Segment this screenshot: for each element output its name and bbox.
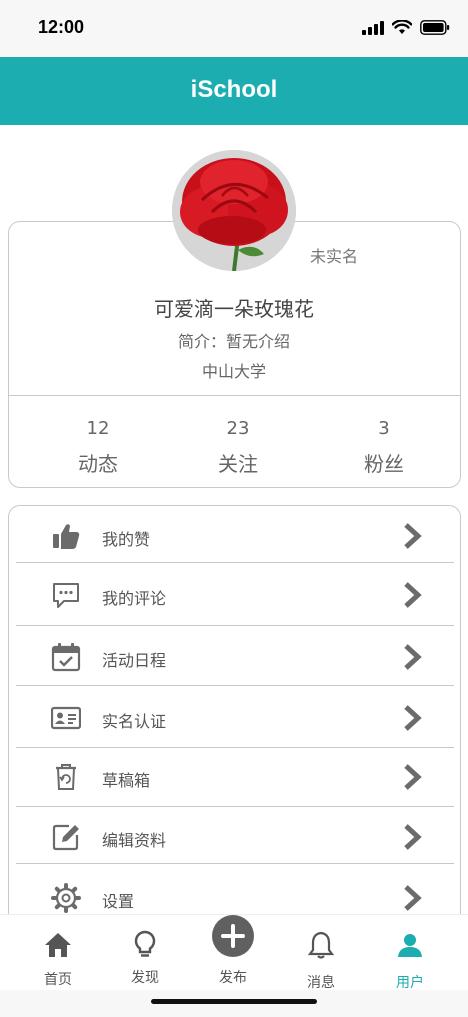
tab-messages[interactable]: 消息 bbox=[286, 915, 356, 991]
stat-label: 动态 bbox=[78, 452, 118, 476]
home-indicator[interactable] bbox=[151, 999, 317, 1004]
menu-label: 活动日程 bbox=[102, 651, 167, 670]
menu-divider bbox=[16, 863, 454, 864]
tab-label: 消息 bbox=[307, 975, 335, 991]
menu-item-verification[interactable]: 实名认证 bbox=[16, 688, 454, 748]
menu-divider bbox=[16, 562, 454, 563]
menu-item-comments[interactable]: 我的评论 bbox=[16, 565, 454, 625]
tab-user[interactable]: 用户 bbox=[375, 915, 445, 991]
stat-label: 粉丝 bbox=[364, 452, 404, 476]
menu-item-edit-profile[interactable]: 编辑资料 bbox=[16, 807, 454, 867]
home-indicator-area bbox=[0, 990, 468, 1017]
tab-discover[interactable]: 发现 bbox=[110, 915, 180, 991]
chevron-right-icon bbox=[404, 764, 422, 790]
chevron-right-icon bbox=[404, 523, 422, 549]
tab-bar: 首页 发现 发布 消息 用户 bbox=[0, 914, 468, 991]
menu-card: 我的赞 我的评论 活动日程 实名认证 草稿箱 编辑资料 设置 bbox=[8, 505, 461, 935]
school: 中山大学 bbox=[201, 362, 266, 381]
stat-followers[interactable]: 3 粉丝 bbox=[324, 418, 444, 477]
tab-publish[interactable]: 发布 bbox=[198, 915, 268, 991]
menu-divider bbox=[16, 625, 454, 626]
app-bar: iSchool bbox=[0, 57, 468, 125]
status-icons bbox=[362, 20, 450, 35]
tab-label: 发布 bbox=[219, 970, 247, 986]
menu-label: 实名认证 bbox=[102, 712, 167, 731]
lightbulb-icon bbox=[134, 930, 156, 957]
bio: 简介：暂无介绍 bbox=[177, 332, 290, 351]
menu-label: 我的评论 bbox=[102, 589, 167, 608]
menu-label: 编辑资料 bbox=[102, 831, 167, 850]
menu-divider bbox=[16, 685, 454, 686]
tab-home[interactable]: 首页 bbox=[23, 915, 93, 991]
chevron-right-icon bbox=[404, 705, 422, 731]
draft-bin-icon bbox=[56, 764, 76, 790]
tab-label: 发现 bbox=[131, 970, 159, 986]
calendar-check-icon bbox=[51, 643, 81, 672]
menu-label: 设置 bbox=[102, 892, 135, 911]
verify-status[interactable]: 未实名 bbox=[310, 243, 358, 267]
chevron-right-icon bbox=[404, 824, 422, 850]
user-icon bbox=[398, 934, 422, 957]
stat-following[interactable]: 23 关注 bbox=[178, 418, 298, 477]
menu-item-likes[interactable]: 我的赞 bbox=[16, 506, 454, 566]
menu-item-schedule[interactable]: 活动日程 bbox=[16, 627, 454, 687]
stat-label: 关注 bbox=[218, 452, 258, 476]
tab-label: 用户 bbox=[396, 975, 424, 991]
comment-icon bbox=[53, 583, 79, 608]
chevron-right-icon bbox=[404, 885, 422, 911]
status-bar: 12:00 bbox=[0, 0, 468, 57]
status-time: 12:00 bbox=[38, 17, 85, 37]
stat-value: 12 bbox=[86, 418, 110, 439]
battery-icon bbox=[420, 20, 450, 35]
chevron-right-icon bbox=[404, 582, 422, 608]
avatar[interactable] bbox=[172, 150, 296, 271]
username: 可爱滴一朵玫瑰花 bbox=[154, 297, 314, 321]
menu-label: 我的赞 bbox=[102, 530, 151, 549]
bell-icon bbox=[307, 931, 335, 959]
thumbs-up-icon bbox=[53, 524, 80, 549]
app-title: iSchool bbox=[190, 76, 278, 103]
menu-item-drafts[interactable]: 草稿箱 bbox=[16, 747, 454, 807]
stat-posts[interactable]: 12 动态 bbox=[38, 418, 158, 477]
plus-circle-icon bbox=[212, 915, 254, 957]
rose-avatar-image bbox=[172, 150, 296, 271]
stat-value: 23 bbox=[226, 418, 250, 439]
profile-divider bbox=[8, 395, 461, 396]
menu-label: 草稿箱 bbox=[102, 771, 151, 790]
stat-value: 3 bbox=[378, 418, 390, 439]
chevron-right-icon bbox=[404, 644, 422, 670]
home-icon bbox=[45, 933, 71, 957]
wifi-icon bbox=[392, 20, 412, 34]
tab-label: 首页 bbox=[44, 972, 72, 988]
edit-icon bbox=[52, 824, 79, 851]
id-card-icon bbox=[51, 706, 81, 730]
signal-icon bbox=[362, 20, 384, 35]
gear-icon bbox=[51, 883, 81, 913]
